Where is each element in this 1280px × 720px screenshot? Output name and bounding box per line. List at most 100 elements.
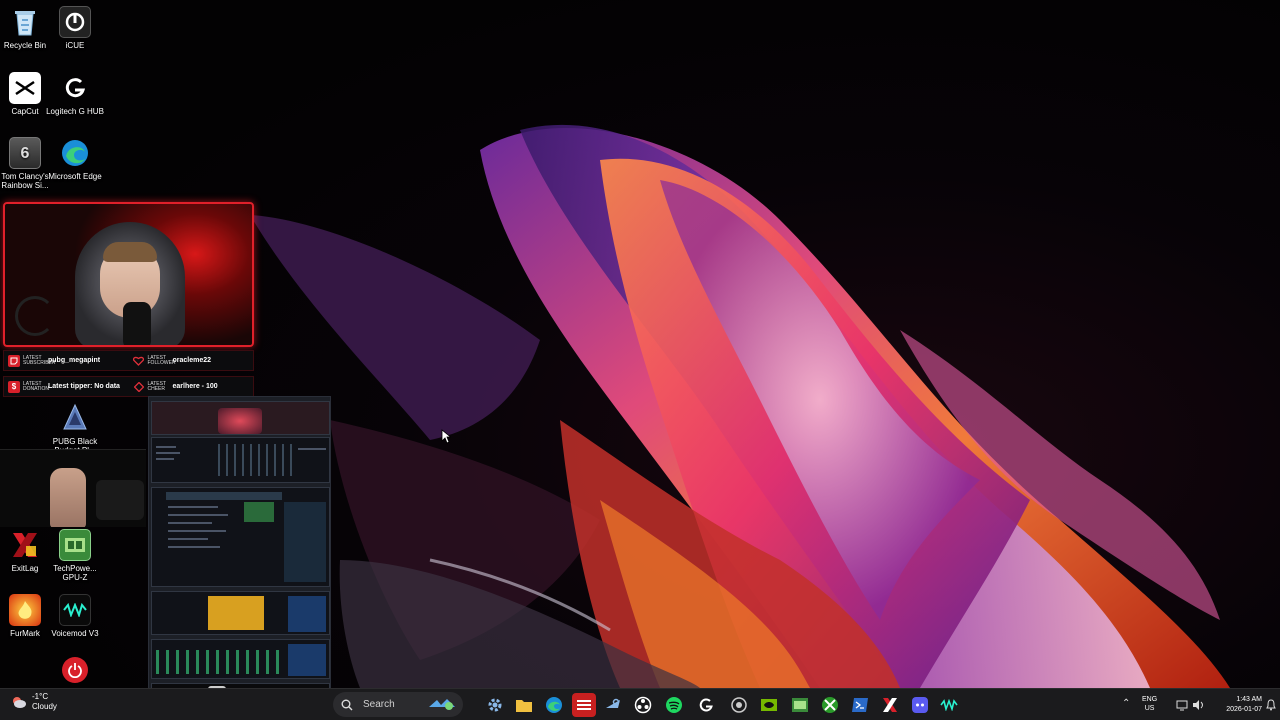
terminal-icon (852, 698, 868, 712)
hand (50, 468, 86, 527)
edge-icon (546, 697, 562, 713)
alert-row-bottom: $ Latest Donation Latest tipper: No data… (3, 376, 254, 397)
desktop-icon-power[interactable] (45, 657, 105, 686)
desktop-icon-gpu-z[interactable]: TechPowe... GPU-Z (45, 529, 105, 582)
taskbar-app-gpu-z[interactable] (788, 693, 812, 717)
gpu-z-icon (59, 529, 91, 561)
keyboard-layout: US (1144, 705, 1155, 712)
exitlag-icon (9, 529, 41, 561)
desktop-icon-label: Recycle Bin (3, 41, 47, 50)
nvidia-icon (761, 699, 777, 711)
taskbar-app-powershell[interactable] (848, 693, 872, 717)
folder-icon (516, 700, 532, 712)
logitech-icon (59, 72, 91, 104)
power-icon (62, 657, 88, 683)
clock[interactable]: 1:43 AM 2026-01-07 (1204, 695, 1262, 715)
exitlag-icon (883, 698, 897, 712)
search-box[interactable]: Search (333, 692, 463, 717)
xbox-icon (822, 697, 838, 713)
taskbar-app-logitech[interactable] (694, 693, 718, 717)
steam-icon (606, 698, 620, 708)
taskbar-app-obs[interactable] (631, 693, 655, 717)
taskbar-app-xbox[interactable] (818, 693, 842, 717)
diamond-icon (133, 381, 145, 393)
thumbnail-window-2[interactable] (151, 437, 330, 483)
recycle-bin-icon (9, 6, 41, 38)
voicemod-icon (940, 699, 958, 711)
gear-icon (488, 698, 502, 712)
discord-icon (912, 697, 928, 713)
circle-app-icon (731, 697, 747, 713)
desktop-icon-label: iCUE (65, 41, 85, 50)
stream-icon (577, 700, 591, 710)
taskbar: -1°C Cloudy Search ⌃ ENG US 1:43 AM 2026… (0, 688, 1280, 720)
alert-row-top: Latest Subscriber pubg_megapint Latest F… (3, 350, 254, 371)
taskbar-app-steam[interactable] (601, 693, 625, 717)
alert-value: Latest tipper: No data (48, 383, 120, 390)
taskbar-app-file-explorer[interactable] (512, 693, 536, 717)
taskbar-app-streaming[interactable] (572, 693, 596, 717)
thumbnail-window-3[interactable] (151, 487, 330, 587)
taskbar-app-circle[interactable] (727, 693, 751, 717)
mixer-preview (218, 444, 294, 476)
network-icon[interactable] (1176, 699, 1188, 711)
cloud-icon (13, 697, 26, 708)
maintenance-banner (208, 596, 264, 630)
taskbar-app-settings[interactable] (483, 693, 507, 717)
furmark-icon (9, 594, 41, 626)
dollar-icon: $ (8, 380, 20, 393)
alert-kind: Latest Donation (23, 380, 50, 392)
chat-panel (288, 596, 326, 632)
language-code: ENG (1142, 696, 1158, 703)
taskbar-app-voicemod[interactable] (937, 693, 961, 717)
desktop-icon-pubg[interactable]: PUBG Black Budget Pl... (45, 402, 105, 455)
edge-icon (59, 137, 91, 169)
weather-temp: -1°C (32, 692, 49, 701)
show-hidden-icons-chevron-up-icon[interactable]: ⌃ (1122, 698, 1130, 709)
gpu-z-icon (792, 698, 808, 712)
desktop-icon-label: Microsoft Edge (48, 172, 102, 181)
thumbnail-window-4[interactable] (151, 591, 330, 635)
controller-device (96, 480, 144, 520)
taskbar-app-spotify[interactable] (662, 693, 686, 717)
taskbar-app-exitlag[interactable] (878, 693, 902, 717)
alert-kind: Latest Subscriber (23, 354, 56, 366)
side-panel (284, 502, 326, 582)
weather-condition: Cloudy (32, 702, 57, 711)
twitch-icon (8, 354, 20, 367)
search-placeholder: Search (363, 699, 395, 710)
taskbar-app-discord[interactable] (908, 693, 932, 717)
side-panel (288, 644, 326, 676)
window-thumbnails-panel (148, 396, 331, 718)
desktop-icon-voicemod[interactable]: Voicemod V3 (45, 594, 105, 638)
language-indicator[interactable]: ENG US (1142, 695, 1157, 713)
alert-value: pubg_megapint (48, 357, 101, 364)
notification-bell-icon[interactable] (1266, 699, 1276, 711)
alert-kind: Latest Follower (147, 354, 176, 366)
latest-cheer: Latest Cheer earlhere - 100 (129, 377, 254, 396)
thumbnail-header (166, 492, 282, 500)
clock-time: 1:43 AM (1236, 696, 1262, 703)
icue-icon (59, 6, 91, 38)
thumbnail-window-5[interactable] (151, 639, 330, 679)
latest-subscriber: Latest Subscriber pubg_megapint (4, 351, 129, 370)
desktop-icon-icue[interactable]: iCUE (45, 6, 105, 50)
heart-icon (133, 355, 145, 367)
stream-alerts-panel: Latest Subscriber pubg_megapint Latest F… (3, 350, 254, 398)
streamer-hair (103, 242, 157, 262)
desktop-icon-label: Logitech G HUB (46, 107, 104, 116)
desktop-icon-label: Tom Clancy's Rainbow Si... (1, 172, 49, 190)
desktop-icon-microsoft-edge[interactable]: Microsoft Edge (45, 137, 105, 181)
taskbar-app-nvidia[interactable] (757, 693, 781, 717)
audio-meters (156, 650, 282, 674)
weather-widget[interactable]: -1°C Cloudy (10, 692, 57, 712)
green-block (244, 502, 274, 522)
desktop-icon-label: Voicemod V3 (51, 629, 99, 638)
thumbnail-window-1[interactable] (151, 401, 330, 435)
desktop-icon-label: ExitLag (11, 564, 39, 573)
taskbar-app-edge[interactable] (542, 693, 566, 717)
voicemod-icon (59, 594, 91, 626)
hand-camera-overlay (0, 449, 146, 527)
volume-icon[interactable] (1192, 699, 1204, 711)
desktop-icon-logitech-g-hub[interactable]: Logitech G HUB (45, 72, 105, 116)
